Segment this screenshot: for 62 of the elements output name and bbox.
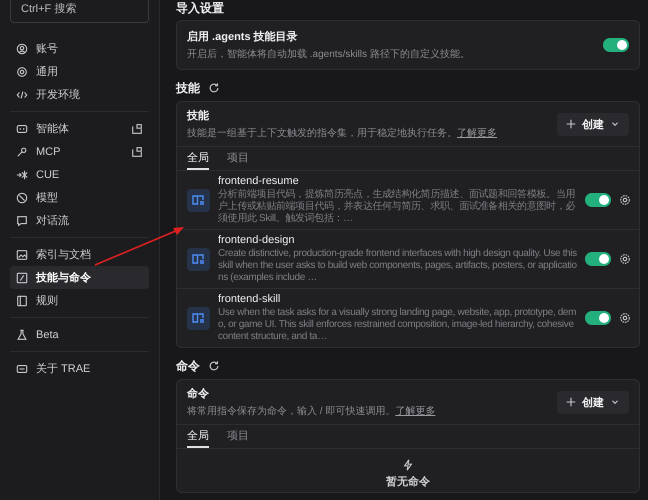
code-icon	[16, 88, 28, 100]
image-document-icon	[16, 248, 28, 260]
external-window-icon[interactable]	[131, 146, 143, 158]
user-circle-icon	[16, 42, 28, 54]
sidebar-item[interactable]: MCP	[10, 140, 149, 163]
section-heading: 技能	[176, 80, 200, 96]
search-field[interactable]: Ctrl+F 搜索	[10, 0, 149, 23]
sidebar-item[interactable]: 开发环境	[10, 83, 149, 106]
create-button[interactable]: 创建	[557, 390, 629, 414]
toggle-switch[interactable]	[585, 252, 611, 266]
skill-description: Create distinctive, production-grade frontend interfaces with high design quality. Use this skill when the user asks to build web components, pages, artifacts, posters, or applications (examples include …	[218, 248, 577, 284]
slash-square-icon	[16, 272, 28, 284]
card-title: 技能	[187, 108, 210, 123]
skill-description: Use when the task asks for a visually strong landing page, website, app, prototype, demo, or game UI. This skill enforces restrained composition, image-led hierarchy, cohesive content structure, and ta…	[218, 307, 577, 343]
sidebar-item[interactable]: Beta	[10, 323, 149, 346]
learn-more-link[interactable]: 了解更多	[457, 128, 497, 139]
sidebar-item[interactable]: 通用	[10, 60, 149, 83]
tab[interactable]: 全局	[187, 147, 209, 170]
skill-name: frontend-skill	[218, 293, 282, 305]
create-button[interactable]: 创建	[557, 112, 629, 136]
card-description: 将常用指令保存为命令，输入 / 即可快速调用。了解更多	[187, 404, 436, 418]
settings-icon[interactable]	[619, 312, 631, 324]
plus-icon	[565, 118, 577, 130]
sidebar-item[interactable]: 账号	[10, 37, 149, 60]
section-heading: 命令	[176, 358, 200, 374]
sidebar-item[interactable]: 索引与文档	[10, 243, 149, 266]
tab[interactable]: 项目	[227, 147, 249, 170]
settings-icon[interactable]	[619, 253, 631, 265]
learn-more-link[interactable]: 了解更多	[395, 406, 436, 417]
tab[interactable]: 项目	[227, 425, 249, 448]
settings-icon[interactable]	[619, 194, 631, 206]
sidebar-item[interactable]: 规则	[10, 289, 149, 312]
refresh-icon[interactable]	[208, 82, 220, 94]
sidebar-item[interactable]: 模型	[10, 186, 149, 209]
toggle-switch[interactable]	[585, 311, 611, 325]
monitor-icon	[16, 362, 28, 374]
tab[interactable]: 全局	[187, 425, 209, 448]
sidebar-item[interactable]: 技能与命令	[10, 266, 149, 289]
plus-icon	[565, 396, 577, 408]
skill-description: 分析前端项目代码，提炼简历亮点，生成结构化简历描述、面试题和回答模板。当用户上传或粘贴前端项目代码，并表达任何与简历、求职、面试准备相关的意图时，必须使用此 Skill。触发词包括：…	[218, 189, 576, 225]
card-title: 命令	[187, 386, 210, 401]
sidebar-item[interactable]: 关于 TRAE	[10, 357, 149, 380]
sidebar-item[interactable]: 智能体	[10, 117, 149, 140]
document-icon	[16, 294, 28, 306]
sidebar-item[interactable]: CUE	[10, 163, 149, 186]
external-window-icon[interactable]	[131, 122, 143, 134]
skill-name: frontend-resume	[218, 175, 300, 187]
toggle-switch[interactable]	[603, 38, 629, 52]
sidebar-item[interactable]: 对话流	[10, 209, 149, 232]
empty-state-text: 暂无命令	[386, 474, 430, 489]
arrow-asterisk-icon	[16, 168, 28, 180]
chat-bubble-icon	[16, 214, 28, 226]
section-heading: 导入设置	[176, 0, 224, 16]
robot-icon	[16, 122, 28, 134]
flask-icon	[16, 328, 28, 340]
setting-title: 启用 .agents 技能目录	[187, 30, 299, 44]
toggle-switch[interactable]	[585, 193, 611, 207]
card-description: 技能是一组基于上下文触发的指令集，用于稳定地执行任务。了解更多	[187, 126, 498, 140]
skill-name: frontend-design	[218, 234, 296, 246]
refresh-icon[interactable]	[208, 360, 220, 372]
setting-description: 开启后，智能体将自动加载 .agents/skills 路径下的自定义技能。	[187, 48, 471, 61]
lightning-icon	[402, 459, 414, 471]
